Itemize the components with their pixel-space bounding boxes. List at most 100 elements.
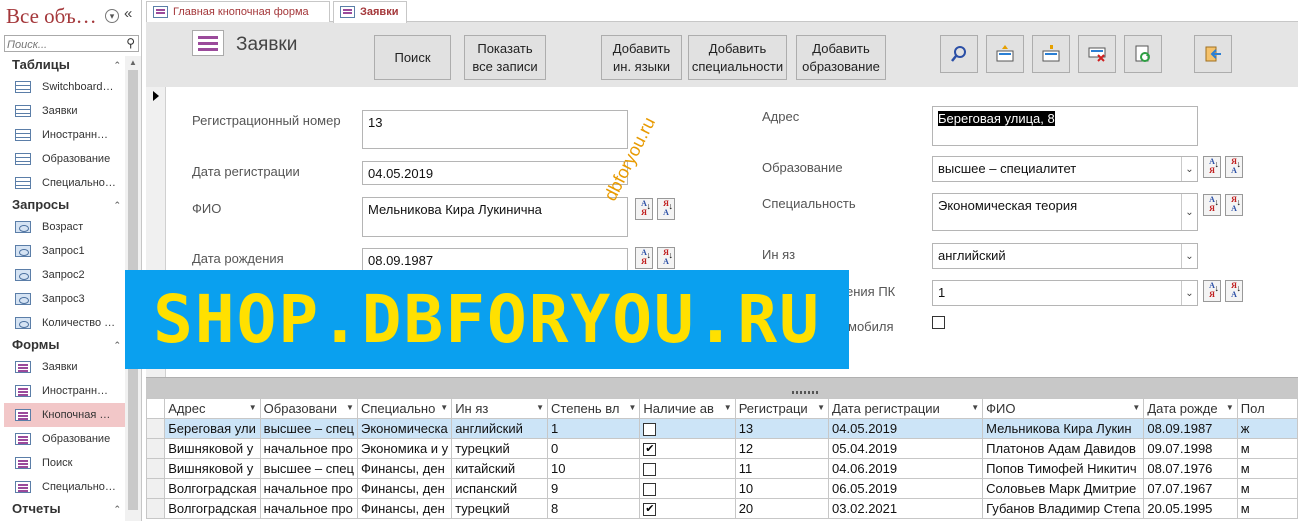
- birth-date-field[interactable]: 08.09.1987: [362, 248, 628, 272]
- table-cell-reg[interactable]: 20: [734, 498, 830, 519]
- table-cell-birth[interactable]: 08.09.1987: [1143, 418, 1238, 439]
- column-header[interactable]: Дата рожде ▼: [1143, 398, 1238, 419]
- row-selector[interactable]: [145, 438, 166, 459]
- car-cell[interactable]: [639, 418, 736, 439]
- car-cell[interactable]: [639, 458, 736, 479]
- table-cell-pc[interactable]: 10: [547, 458, 641, 479]
- sort-descending-button[interactable]: Я А ↓: [1225, 156, 1243, 178]
- table-cell-sex[interactable]: м: [1236, 438, 1298, 459]
- column-filter-icon[interactable]: ▼: [724, 403, 732, 412]
- scroll-up-icon[interactable]: ▲: [129, 58, 137, 67]
- checked-checkbox[interactable]: ✔: [643, 503, 657, 517]
- nav-item[interactable]: Switchboard…: [4, 75, 125, 99]
- table-cell-fio[interactable]: Соловьев Марк Дмитрие: [982, 478, 1145, 499]
- sort-ascending-button[interactable]: А Я ↓: [1203, 156, 1221, 178]
- table-cell-sex[interactable]: ж: [1236, 418, 1298, 439]
- nav-item[interactable]: Запрос2: [4, 263, 125, 287]
- unchecked-checkbox[interactable]: [643, 483, 657, 497]
- car-cell[interactable]: ✔: [639, 498, 736, 519]
- search-icon[interactable]: ⚲: [126, 36, 135, 50]
- column-filter-icon[interactable]: ▼: [817, 403, 825, 412]
- table-cell-pc[interactable]: 1: [547, 418, 641, 439]
- unchecked-checkbox[interactable]: [643, 423, 657, 437]
- table-cell-lang[interactable]: испанский: [451, 478, 549, 499]
- table-cell-edu[interactable]: начальное про: [259, 438, 358, 459]
- add-education-button[interactable]: Добавить образование: [796, 35, 886, 80]
- column-header[interactable]: Дата регистрации ▼: [828, 398, 984, 419]
- table-cell-reg_date[interactable]: 06.05.2019: [828, 478, 984, 499]
- add-specialties-button[interactable]: Добавить специальности: [688, 35, 787, 80]
- fio-field[interactable]: Мельникова Кира Лукинична: [362, 197, 628, 237]
- column-filter-icon[interactable]: ▼: [536, 403, 544, 412]
- close-form-button[interactable]: [1194, 35, 1232, 73]
- table-cell-reg_date[interactable]: 03.02.2021: [828, 498, 984, 519]
- sort-descending-button[interactable]: Я А ↓: [1225, 194, 1243, 216]
- row-selector[interactable]: [145, 498, 166, 519]
- table-cell-reg[interactable]: 11: [734, 458, 830, 479]
- table-cell-birth[interactable]: 08.07.1976: [1143, 458, 1238, 479]
- sort-descending-button[interactable]: Я А ↓: [657, 198, 675, 220]
- chevron-up-icon[interactable]: ⌃: [113, 499, 121, 519]
- nav-item[interactable]: Заявки: [4, 355, 125, 379]
- table-row[interactable]: Волгоградская начальное про Финансы, ден ту…: [145, 498, 1298, 519]
- nav-options-icon[interactable]: ▾: [105, 9, 119, 23]
- table-cell-sex[interactable]: м: [1236, 458, 1298, 479]
- table-cell-spec[interactable]: Финансы, ден: [356, 458, 453, 479]
- language-combo[interactable]: английский ⌄: [932, 243, 1198, 269]
- checked-checkbox[interactable]: ✔: [643, 443, 657, 457]
- nav-item[interactable]: Специально…: [4, 475, 125, 499]
- splitter-grip-icon[interactable]: [792, 391, 818, 394]
- chevron-up-icon[interactable]: ⌃: [113, 55, 121, 75]
- column-filter-icon[interactable]: ▼: [1132, 403, 1140, 412]
- table-cell-lang[interactable]: английский: [451, 418, 549, 439]
- show-all-records-button[interactable]: Показать все записи: [464, 35, 546, 80]
- column-header[interactable]: Адрес ▼: [164, 398, 261, 419]
- table-cell-reg[interactable]: 12: [734, 438, 830, 459]
- row-selector[interactable]: [145, 478, 166, 499]
- table-row[interactable]: Вишняковой у высшее – спец Финансы, ден кит…: [145, 458, 1298, 479]
- nav-pane-title[interactable]: Все объ…: [6, 4, 97, 29]
- collapse-pane-icon[interactable]: «: [124, 5, 132, 22]
- nav-item[interactable]: Запрос1: [4, 239, 125, 263]
- find-record-button[interactable]: [940, 35, 978, 73]
- nav-item[interactable]: Специально…: [4, 171, 125, 195]
- column-header[interactable]: Ин яз ▼: [451, 398, 549, 419]
- chevron-down-icon[interactable]: ⌄: [1181, 157, 1197, 181]
- sort-ascending-button[interactable]: А Я ↓: [635, 198, 653, 220]
- table-cell-edu[interactable]: высшее – спец: [259, 458, 358, 479]
- reg-number-field[interactable]: 13: [362, 110, 628, 149]
- nav-search-input[interactable]: [5, 37, 117, 53]
- table-cell-fio[interactable]: Мельникова Кира Лукин: [982, 418, 1145, 439]
- car-checkbox[interactable]: [932, 316, 945, 329]
- nav-item[interactable]: Запрос3: [4, 287, 125, 311]
- search-button[interactable]: Поиск: [374, 35, 451, 80]
- column-header[interactable]: Наличие ав ▼: [639, 398, 736, 419]
- save-record-button[interactable]: [1032, 35, 1070, 73]
- table-cell-birth[interactable]: 07.07.1967: [1143, 478, 1238, 499]
- column-header[interactable]: ФИО ▼: [982, 398, 1145, 419]
- table-cell-address[interactable]: Волгоградская: [164, 478, 261, 499]
- table-cell-lang[interactable]: китайский: [451, 458, 549, 479]
- nav-item[interactable]: Возраст: [4, 215, 125, 239]
- sort-ascending-button[interactable]: А Я ↓: [635, 247, 653, 269]
- row-selector[interactable]: [145, 418, 166, 439]
- nav-group-header[interactable]: Таблицы ⌃: [4, 55, 125, 75]
- column-header[interactable]: Регистраци ▼: [734, 398, 830, 419]
- refresh-button[interactable]: [1124, 35, 1162, 73]
- address-field[interactable]: Береговая улица, 8: [932, 106, 1198, 146]
- chevron-up-icon[interactable]: ⌃: [113, 195, 121, 215]
- table-cell-lang[interactable]: турецкий: [451, 498, 549, 519]
- tab-main-switchboard[interactable]: Главная кнопочная форма: [146, 1, 330, 22]
- table-cell-address[interactable]: Вишняковой у: [164, 438, 261, 459]
- table-cell-spec[interactable]: Финансы, ден: [356, 498, 453, 519]
- column-header[interactable]: Специально ▼: [356, 398, 453, 419]
- table-cell-birth[interactable]: 20.05.1995: [1143, 498, 1238, 519]
- sort-ascending-button[interactable]: А Я ↓: [1203, 280, 1221, 302]
- table-cell-reg_date[interactable]: 04.06.2019: [828, 458, 984, 479]
- table-row[interactable]: Береговая ули высшее – спец Экономическа ан…: [145, 418, 1298, 439]
- sort-descending-button[interactable]: Я А ↓: [1225, 280, 1243, 302]
- delete-record-button[interactable]: [1078, 35, 1116, 73]
- table-cell-pc[interactable]: 9: [547, 478, 641, 499]
- column-header[interactable]: Пол: [1236, 398, 1298, 419]
- nav-item[interactable]: Количество …: [4, 311, 125, 335]
